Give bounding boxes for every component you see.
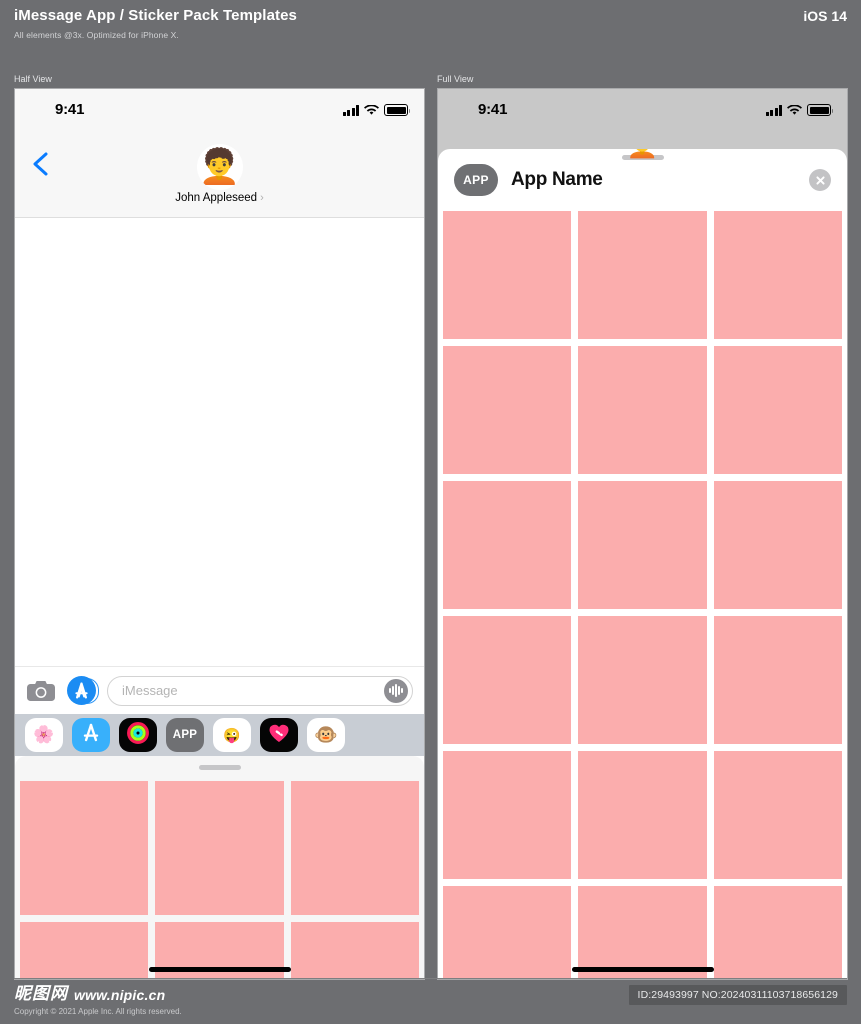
wifi-icon (364, 105, 379, 116)
avatar[interactable]: 🧑‍🦱 (196, 144, 243, 190)
cellular-bars-icon (765, 105, 782, 116)
sticker-sheet-half (15, 756, 424, 979)
poster-canvas: iMessage App / Sticker Pack Templates Al… (0, 0, 861, 1024)
sticker-placeholder[interactable] (155, 781, 284, 915)
app-drawer-item-animoji[interactable]: 🐵 (307, 718, 345, 752)
sticker-placeholder[interactable] (578, 346, 707, 474)
battery-full-icon (384, 104, 410, 116)
app-drawer-item-memoji[interactable]: 😜 (213, 718, 251, 752)
back-button[interactable] (31, 151, 51, 177)
sticker-placeholder[interactable] (578, 481, 707, 609)
sticker-placeholder[interactable] (578, 616, 707, 744)
sticker-placeholder[interactable] (578, 886, 707, 979)
status-bar-time: 9:41 (55, 101, 85, 118)
battery-full-icon (807, 104, 833, 116)
sticker-placeholder[interactable] (713, 481, 842, 609)
sticker-placeholder[interactable] (443, 346, 572, 474)
cellular-bars-icon (342, 105, 359, 116)
app-store-icon[interactable] (67, 676, 99, 705)
sticker-placeholder[interactable] (713, 616, 842, 744)
footer-divider (14, 978, 847, 979)
status-bar-left: 9:41 (15, 89, 424, 133)
sticker-placeholder[interactable] (20, 922, 149, 979)
digital-touch-icon (268, 723, 290, 748)
chevron-right-icon: › (260, 192, 264, 204)
close-icon[interactable] (809, 169, 831, 191)
memoji-avatar-icon: 🧑‍🦱 (198, 148, 241, 186)
sticker-placeholder[interactable] (713, 886, 842, 979)
watermark-url: www.nipic.cn (74, 986, 166, 1003)
app-drawer-item-digital-touch[interactable] (260, 718, 298, 752)
sticker-sheet-full: 🧑‍🦱 APP App Name (438, 149, 847, 979)
audio-message-icon[interactable] (384, 678, 408, 703)
sticker-placeholder[interactable] (443, 886, 572, 979)
camera-icon[interactable] (26, 679, 56, 703)
sticker-placeholder[interactable] (713, 751, 842, 879)
sticker-placeholder[interactable] (578, 211, 707, 339)
contact-name-text: John Appleseed (175, 192, 258, 204)
sticker-placeholder[interactable] (20, 781, 149, 915)
app-drawer-item-app-store[interactable] (72, 718, 110, 752)
status-bar-time: 9:41 (478, 101, 508, 118)
full-view-phone-frame: 9:41 🧑‍🦱 APP App Name (437, 88, 848, 980)
photos-app-icon: 🌸 (33, 725, 55, 744)
app-store-app-icon (80, 722, 102, 749)
sticker-sheet-header: APP App Name (438, 149, 847, 211)
half-view-phone-frame: 9:41 🧑‍🦱 John Appleseed› (14, 88, 425, 980)
message-input-placeholder: iMessage (122, 683, 178, 698)
generic-app-icon: APP (172, 729, 198, 741)
sticker-placeholder[interactable] (290, 781, 419, 915)
memoji-stickers-icon: 😜 (223, 726, 241, 743)
home-indicator (148, 967, 291, 972)
sticker-placeholder[interactable] (713, 211, 842, 339)
fitness-rings-icon (126, 721, 150, 750)
sticker-placeholder[interactable] (443, 616, 572, 744)
os-version-label: iOS 14 (803, 8, 847, 24)
message-input-bar: iMessage (15, 666, 424, 714)
status-bar-indicators (765, 102, 833, 116)
page-subtitle: All elements @3x. Optimized for iPhone X… (14, 30, 179, 40)
half-view-label: Half View (14, 74, 52, 84)
app-badge: APP (454, 164, 498, 196)
sticker-grid-half (15, 781, 424, 979)
app-drawer-item-photos[interactable]: 🌸 (25, 718, 63, 752)
page-title: iMessage App / Sticker Pack Templates (14, 7, 297, 24)
status-bar-right: 9:41 (438, 89, 847, 133)
contact-name[interactable]: John Appleseed › (15, 192, 424, 204)
app-drawer-item-app[interactable]: APP (166, 718, 204, 752)
animoji-monkey-icon: 🐵 (314, 725, 338, 746)
imessage-app-drawer[interactable]: 🌸 APP 😜 🐵 (15, 714, 424, 756)
watermark-logo-text: 昵图网 (14, 984, 68, 1004)
sticker-placeholder[interactable] (443, 211, 572, 339)
sticker-placeholder[interactable] (443, 481, 572, 609)
app-name-title: App Name (511, 169, 603, 190)
sticker-placeholder[interactable] (443, 751, 572, 879)
message-input-field[interactable]: iMessage (107, 675, 413, 706)
home-indicator (571, 967, 714, 972)
conversation-navbar: 9:41 🧑‍🦱 John Appleseed › (15, 89, 424, 218)
id-badge: ID:29493997 NO:20240311103718656129 (628, 985, 847, 1005)
full-view-label: Full View (437, 74, 474, 84)
sticker-placeholder[interactable] (713, 346, 842, 474)
watermark: 昵图网 www.nipic.cn (14, 986, 165, 1003)
wifi-icon (787, 105, 802, 116)
sheet-grabber-icon[interactable] (198, 765, 241, 770)
copyright-text: Copyright © 2021 Apple Inc. All rights r… (14, 1007, 182, 1016)
sticker-placeholder[interactable] (578, 751, 707, 879)
sticker-grid-full (438, 211, 847, 979)
app-drawer-item-fitness[interactable] (119, 718, 157, 752)
sticker-placeholder[interactable] (290, 922, 419, 979)
status-bar-indicators (342, 102, 410, 116)
